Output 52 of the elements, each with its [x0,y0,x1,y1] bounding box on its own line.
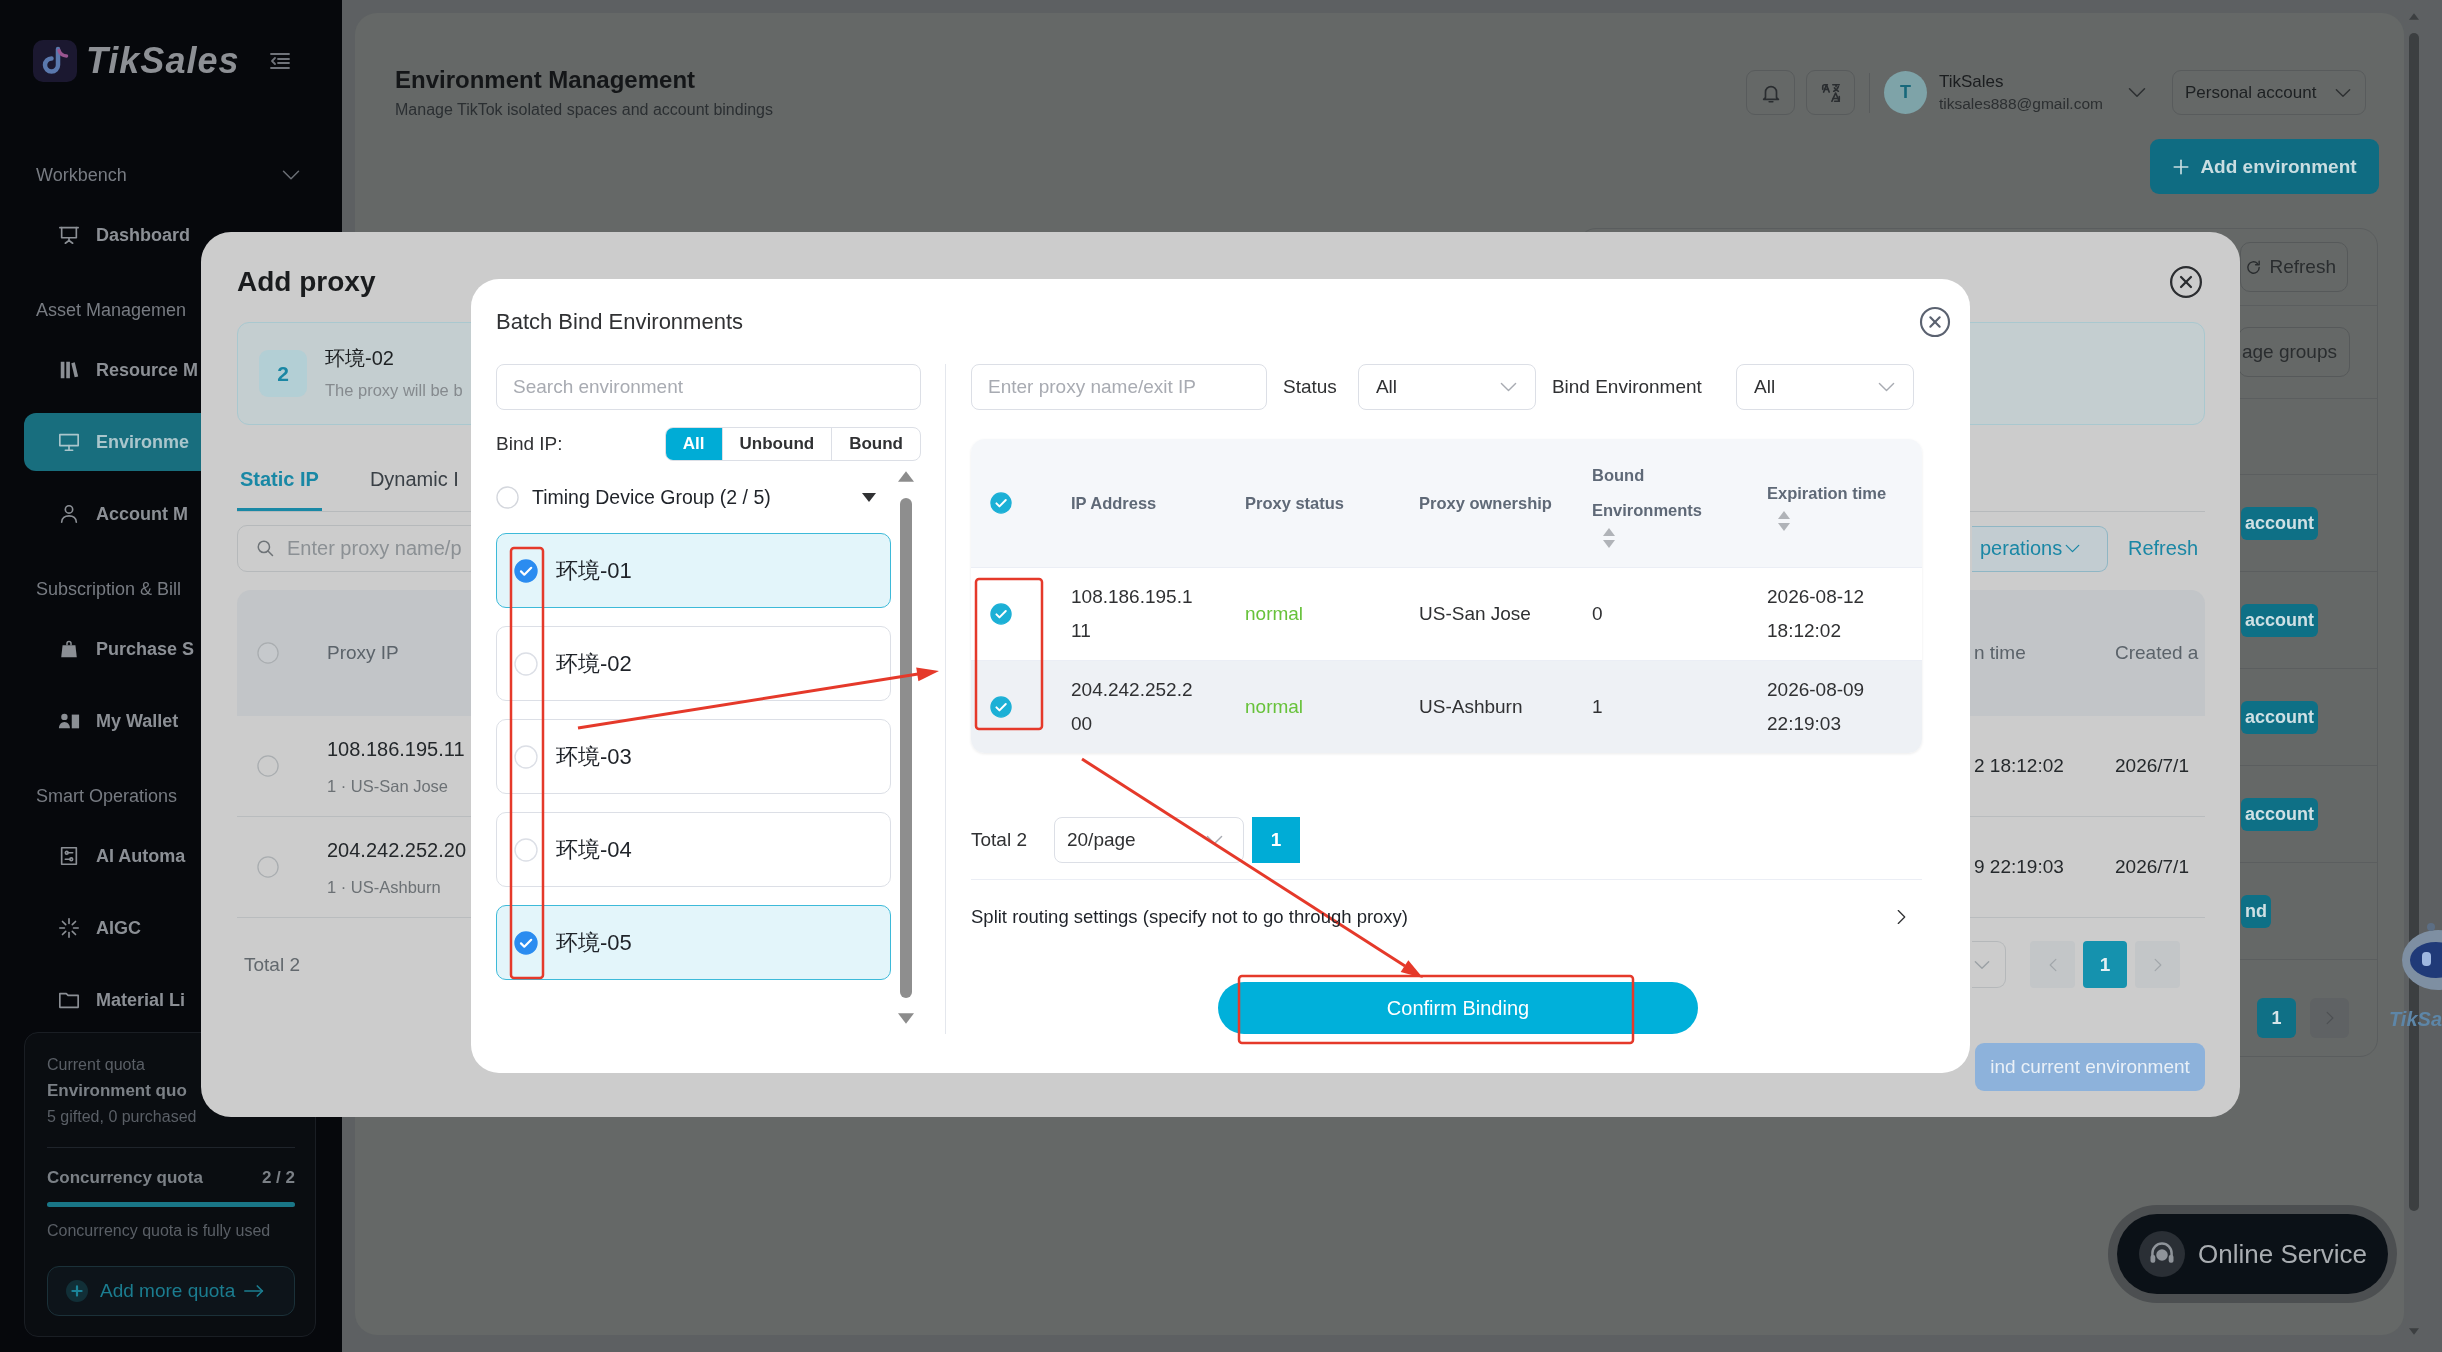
column-header: Proxy ownership [1419,492,1552,514]
filter-label: Bind Environment [1551,376,1702,398]
column-header: Proxy status [1245,492,1345,514]
section-title: Asset Managemen [36,299,187,321]
dialog-title: Batch Bind Environments [496,309,744,335]
quota-caption: Current quota [47,1055,146,1075]
group-name: Timing Device Group (2 / 5) [532,485,771,509]
page-title: Environment Management [395,65,697,95]
quota-value: 2 / 2 [261,1168,295,1188]
proxy-ip: 108.186.195.11 [327,737,465,762]
quota-detail: 5 gifted, 0 purchased [47,1107,198,1127]
section-title: Subscription & Bill [36,578,182,600]
table-cell-text: US-San Jose [1419,602,1532,626]
total-count: Total 2 [244,953,300,976]
environment-note: The proxy will be b [325,380,463,400]
proxy-ip: 204.242.252.20 [327,838,467,863]
table-cell-text: 2026-08-12 18:12:02 [1767,585,1866,643]
brand-name: TikSales [86,40,240,82]
column-header: Bound Environments [1592,465,1704,521]
table-cell-text: 108.186.195.111 [1071,585,1194,643]
filter-label: Bind IP: [496,433,563,455]
table-cell-text: normal [1245,602,1305,626]
quota-label: Concurrency quota [47,1167,203,1189]
dialog-title: Add proxy [237,266,376,298]
table-cell: 2026/7/1 [2115,755,2189,777]
table-cell-text: 0 [1592,602,1604,626]
table-cell: 2026/7/1 [2115,856,2189,878]
table-cell-text: normal [1245,695,1305,719]
table-cell-text: 2026-08-09 22:19:03 [1767,678,1866,736]
page-subtitle: Manage TikTok isolated spaces and account bindings [395,100,773,120]
filter-label: Status [1283,376,1337,398]
proxy-location: 1 · US-Ashburn [327,877,441,897]
table-cell-text: US-Ashburn [1419,695,1524,719]
section-title: Workbench [36,164,127,186]
environment-number: 2 [259,350,307,397]
section-title: Smart Operations [36,785,178,807]
user-email: tiksales888@gmail.com [1939,93,2104,114]
environment-name: 环境-02 [325,347,394,370]
total-count: Total 2 [971,829,1027,851]
quota-note: Concurrency quota is fully used [47,1221,272,1241]
table-cell: 9 22:19:03 [1974,856,2064,878]
column-header: IP Address [1071,492,1157,514]
quota-title: Environment quo [47,1080,188,1102]
table-cell-text: 1 [1592,695,1604,719]
column-header: n time [1974,642,2026,664]
table-cell: 2 18:12:02 [1974,755,2064,777]
column-header: Expiration time [1767,482,1887,504]
proxy-location: 1 · US-San Jose [327,776,449,796]
column-header: Created a [2115,642,2199,664]
table-cell-text: 204.242.252.200 [1071,678,1194,736]
user-name: TikSales [1939,70,2005,93]
column-header: Proxy IP [327,642,399,664]
